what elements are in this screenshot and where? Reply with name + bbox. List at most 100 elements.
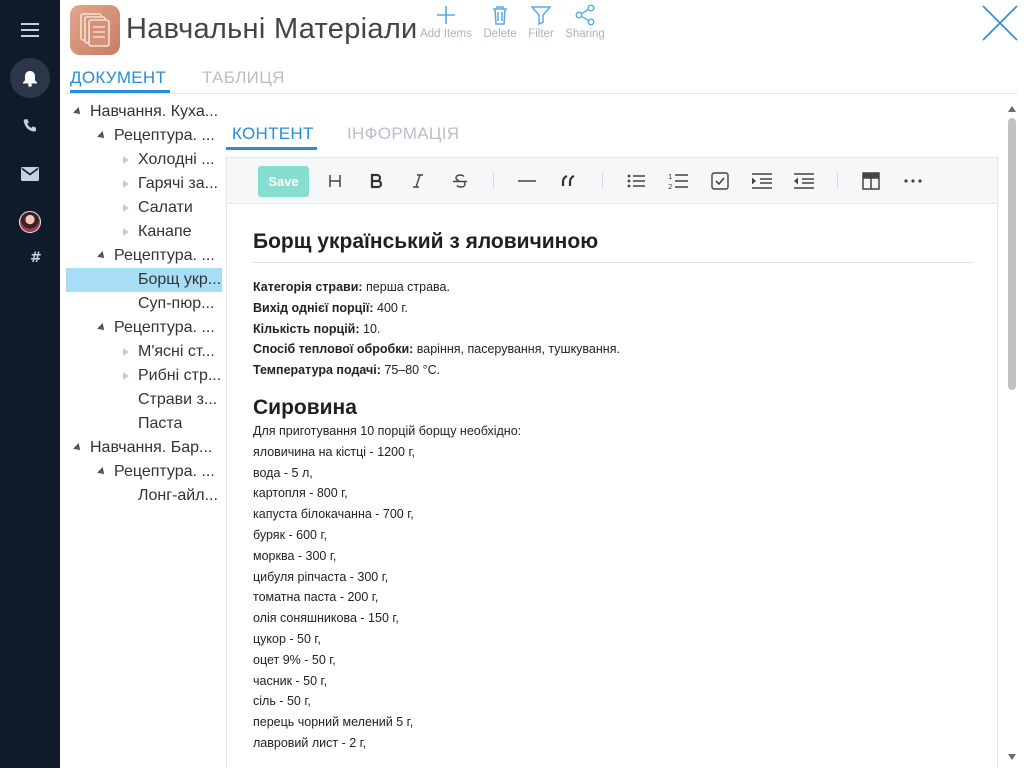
tree-item[interactable]: Рибні стр... <box>66 364 222 388</box>
hash-icon[interactable]: # <box>30 250 42 266</box>
italic-icon[interactable] <box>404 167 432 195</box>
svg-text:2: 2 <box>668 183 672 190</box>
mail-icon[interactable] <box>10 154 50 194</box>
document-tabs: ДОКУМЕНТ ТАБЛИЦЯ <box>66 66 1018 94</box>
meta-line: Спосіб теплової обробки: варіння, пасеру… <box>253 342 620 357</box>
tree-item[interactable]: Канапе <box>66 220 222 244</box>
svg-text:1: 1 <box>668 173 672 181</box>
ingredient-line: перець чорний мелений 5 г, <box>253 715 414 730</box>
ingredient-line: капуста білокачанна - 700 г, <box>253 507 414 522</box>
app-title: Навчальні Матеріали <box>126 13 418 45</box>
bell-icon[interactable] <box>10 58 50 98</box>
ingredient-line: яловичина на кістці - 1200 г, <box>253 444 415 459</box>
tree-item[interactable]: Лонг-айл... <box>66 484 222 508</box>
add-items-label: Add Items <box>420 28 472 40</box>
add-items-button[interactable]: Add Items <box>418 4 474 48</box>
filter-icon <box>530 6 552 26</box>
sharing-label: Sharing <box>565 28 605 40</box>
tab-content[interactable]: КОНТЕНТ <box>226 122 317 150</box>
tab-table[interactable]: ТАБЛИЦЯ <box>202 66 285 93</box>
scroll-down-icon[interactable] <box>1008 754 1016 760</box>
numbered-list-icon[interactable]: 12 <box>664 167 692 195</box>
editor-toolbar: Save 12 <box>227 158 997 204</box>
ingredient-line: часник - 50 г, <box>253 673 328 688</box>
tree-item[interactable]: М'ясні ст... <box>66 340 222 364</box>
tree-item[interactable]: Салати <box>66 196 222 220</box>
filter-button[interactable]: Filter <box>524 4 558 48</box>
meta-line: Вихід однієї порції: 400 г. <box>253 300 408 315</box>
filter-label: Filter <box>528 28 554 40</box>
save-button[interactable]: Save <box>258 166 309 197</box>
ingredient-line: цибуля ріпчаста - 300 г, <box>253 569 389 584</box>
tree-item[interactable]: Страви з... <box>66 388 222 412</box>
ingredient-line: цукор - 50 г, <box>253 631 321 646</box>
tree-item[interactable]: Рецептура. ... <box>66 316 222 340</box>
tree-item[interactable]: Гарячі за... <box>66 172 222 196</box>
avatar[interactable] <box>10 202 50 242</box>
checklist-icon[interactable] <box>706 167 734 195</box>
section-title: Сировина <box>253 395 357 419</box>
tree-item[interactable]: Рецептура. ... <box>66 244 222 268</box>
ingredient-line: томатна паста - 200 г, <box>253 590 379 605</box>
scroll-up-icon[interactable] <box>1008 106 1016 112</box>
tree-item[interactable]: Суп-пюр... <box>66 292 222 316</box>
delete-label: Delete <box>483 28 517 40</box>
scroll-thumb[interactable] <box>1008 118 1016 390</box>
sharing-button[interactable]: Sharing <box>562 4 608 48</box>
tree-item[interactable]: Навчання. Бар... <box>66 436 222 460</box>
document-body[interactable]: Борщ український з яловичиною Категорія … <box>253 228 973 769</box>
strikethrough-icon[interactable] <box>446 167 474 195</box>
ingredient-line: оцет 9% - 50 г, <box>253 652 336 667</box>
vertical-scrollbar[interactable] <box>1005 102 1019 766</box>
quote-icon[interactable] <box>555 167 583 195</box>
left-rail: # <box>0 0 60 768</box>
collapsed-icon[interactable] <box>123 204 129 212</box>
ingredient-line: сіль - 50 г, <box>253 694 311 709</box>
close-icon[interactable] <box>981 4 1019 42</box>
documents-icon <box>70 5 120 55</box>
meta-line: Температура подачі: 75–80 °С. <box>253 363 441 378</box>
phone-icon[interactable] <box>10 106 50 146</box>
menu-icon[interactable] <box>10 10 50 50</box>
share-icon <box>575 4 595 26</box>
expanded-icon[interactable] <box>97 467 107 477</box>
ingredient-line: картопля - 800 г, <box>253 486 348 501</box>
tree-item-selected[interactable]: Борщ укр... <box>66 268 222 292</box>
plus-icon <box>437 6 455 24</box>
expanded-icon[interactable] <box>97 251 107 261</box>
bullet-list-icon[interactable] <box>622 167 650 195</box>
ingredient-line: лавровий лист - 2 г, <box>253 735 367 750</box>
collapsed-icon[interactable] <box>123 228 129 236</box>
tree-item[interactable]: Паста <box>66 412 222 436</box>
content-tabs: КОНТЕНТ ІНФОРМАЦІЯ <box>226 122 998 150</box>
outdent-icon[interactable] <box>790 167 818 195</box>
expanded-icon[interactable] <box>73 107 83 117</box>
indent-icon[interactable] <box>748 167 776 195</box>
rich-text-editor: Save 12 Борщ український з яловичиною Ка… <box>226 157 998 768</box>
collapsed-icon[interactable] <box>123 348 129 356</box>
ingredient-line: морква - 300 г, <box>253 548 337 563</box>
table-icon[interactable] <box>857 167 885 195</box>
expanded-icon[interactable] <box>73 443 83 453</box>
ingredient-line: буряк - 600 г, <box>253 527 327 542</box>
more-icon[interactable] <box>899 167 927 195</box>
heading-icon[interactable] <box>321 167 349 195</box>
delete-button[interactable]: Delete <box>480 4 520 48</box>
collapsed-icon[interactable] <box>123 180 129 188</box>
collapsed-icon[interactable] <box>123 156 129 164</box>
meta-line: Категорія страви: перша страва. <box>253 280 450 294</box>
expanded-icon[interactable] <box>97 131 107 141</box>
tree-item[interactable]: Навчання. Куха... <box>66 100 222 124</box>
bold-icon[interactable] <box>362 167 390 195</box>
text-line: Для приготування 10 порцій борщу необхід… <box>253 423 522 438</box>
collapsed-icon[interactable] <box>123 372 129 380</box>
tree-item[interactable]: Холодні ... <box>66 148 222 172</box>
tree-item[interactable]: Рецептура. ... <box>66 460 222 484</box>
horizontal-rule-icon[interactable] <box>513 167 541 195</box>
tab-document[interactable]: ДОКУМЕНТ <box>70 66 170 93</box>
expanded-icon[interactable] <box>97 323 107 333</box>
ingredient-line: олія соняшникова - 150 г, <box>253 611 399 626</box>
tab-info[interactable]: ІНФОРМАЦІЯ <box>347 122 459 150</box>
document-tree: Навчання. Куха... Рецептура. ... Холодні… <box>66 100 222 520</box>
tree-item[interactable]: Рецептура. ... <box>66 124 222 148</box>
